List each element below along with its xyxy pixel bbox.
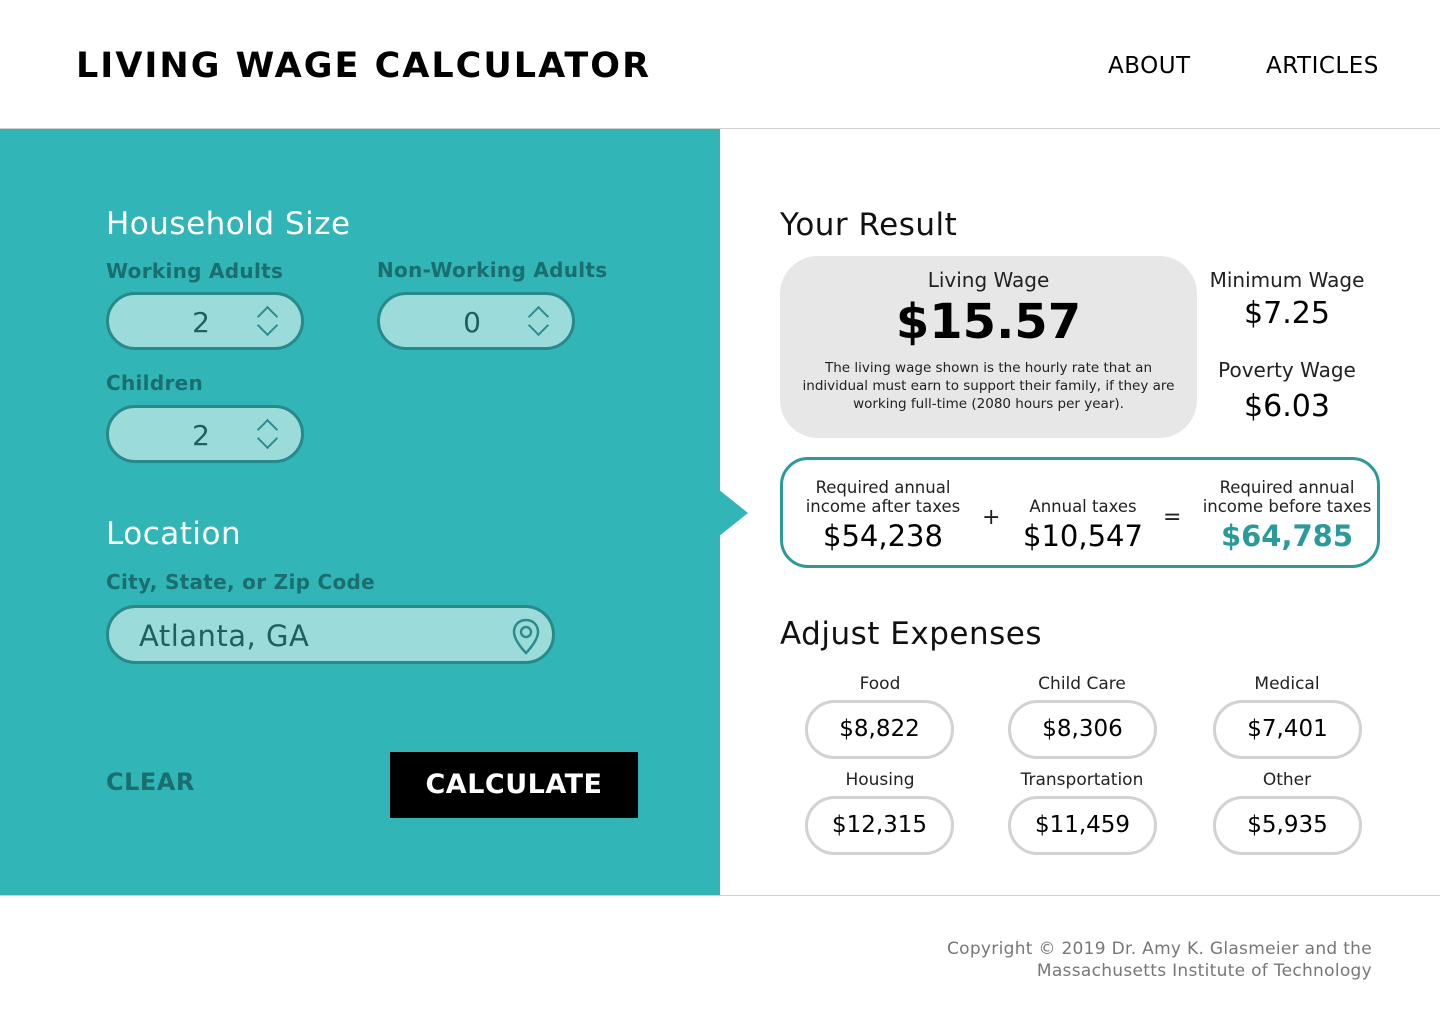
children-label: Children <box>106 371 204 395</box>
clear-button[interactable]: CLEAR <box>106 768 195 796</box>
minimum-wage-value: $7.25 <box>1244 296 1330 331</box>
income-after-taxes: Required annual income after taxes $54,2… <box>793 478 973 553</box>
stepper-arrows <box>527 301 554 343</box>
income-before-taxes-label: Required annual income before taxes <box>1202 478 1372 516</box>
expense-label-housing: Housing <box>845 770 915 790</box>
expense-input-transportation[interactable]: $11,459 <box>1008 796 1157 855</box>
children-stepper[interactable]: 2 <box>106 405 304 463</box>
expense-label-food: Food <box>859 674 901 694</box>
footer-divider <box>0 895 1440 896</box>
plus-sign: + <box>982 505 1001 530</box>
expense-input-child-care[interactable]: $8,306 <box>1008 700 1157 759</box>
income-after-taxes-label: Required annual income after taxes <box>805 478 961 516</box>
living-wage-value: $15.57 <box>895 294 1082 350</box>
expense-input-food[interactable]: $8,822 <box>805 700 954 759</box>
non-working-adults-label: Non-Working Adults <box>377 258 608 282</box>
header: LIVING WAGE CALCULATOR ABOUT ARTICLES <box>0 0 1440 129</box>
annual-taxes-value: $10,547 <box>1023 519 1143 553</box>
stepper-arrows <box>256 301 283 343</box>
poverty-wage-label: Poverty Wage <box>1218 358 1356 382</box>
minimum-wage-label: Minimum Wage <box>1209 268 1365 292</box>
annual-taxes: Annual taxes $10,547 <box>1003 497 1163 553</box>
calculate-button[interactable]: CALCULATE <box>390 752 638 818</box>
expense-input-housing[interactable]: $12,315 <box>805 796 954 855</box>
adjust-expenses-heading: Adjust Expenses <box>780 616 1042 652</box>
equals-sign: = <box>1163 505 1182 530</box>
income-after-taxes-value: $54,238 <box>823 519 943 553</box>
living-wage-description: The living wage shown is the hourly rate… <box>802 360 1175 412</box>
location-input[interactable]: Atlanta, GA <box>106 605 555 664</box>
non-working-adults-stepper[interactable]: 0 <box>377 292 575 350</box>
app-title: LIVING WAGE CALCULATOR <box>76 46 652 86</box>
working-adults-stepper[interactable]: 2 <box>106 292 304 350</box>
expense-label-child-care: Child Care <box>1038 674 1126 694</box>
location-pin-icon[interactable] <box>511 618 541 656</box>
living-wage-label: Living Wage <box>927 268 1050 292</box>
expense-input-medical[interactable]: $7,401 <box>1213 700 1362 759</box>
stepper-arrows <box>256 414 283 456</box>
expense-label-transportation: Transportation <box>1020 770 1144 790</box>
location-input-value[interactable]: Atlanta, GA <box>139 619 309 653</box>
copyright-line-2: Massachusetts Institute of Technology <box>1036 961 1372 981</box>
nav-articles-link[interactable]: ARTICLES <box>1266 53 1379 79</box>
panel-pointer-arrow <box>718 489 748 537</box>
result-heading: Your Result <box>780 207 958 243</box>
expense-input-other[interactable]: $5,935 <box>1213 796 1362 855</box>
household-size-heading: Household Size <box>106 206 351 242</box>
living-wage-card: Living Wage $15.57 The living wage shown… <box>780 256 1197 438</box>
working-adults-label: Working Adults <box>106 259 284 283</box>
expense-label-other: Other <box>1262 770 1312 790</box>
location-heading: Location <box>106 516 242 552</box>
location-label: City, State, or Zip Code <box>106 570 375 594</box>
expense-label-medical: Medical <box>1254 674 1320 694</box>
copyright-text: Copyright © 2019 Dr. Amy K. Glasmeier an… <box>947 938 1372 982</box>
poverty-wage-value: $6.03 <box>1244 389 1330 424</box>
income-breakdown-box: Required annual income after taxes $54,2… <box>780 457 1380 568</box>
copyright-line-1: Copyright © 2019 Dr. Amy K. Glasmeier an… <box>946 939 1372 959</box>
nav-about-link[interactable]: ABOUT <box>1108 53 1191 79</box>
income-before-taxes-value: $64,785 <box>1220 519 1354 553</box>
income-before-taxes: Required annual income before taxes $64,… <box>1197 478 1377 553</box>
annual-taxes-label: Annual taxes <box>1029 497 1137 516</box>
